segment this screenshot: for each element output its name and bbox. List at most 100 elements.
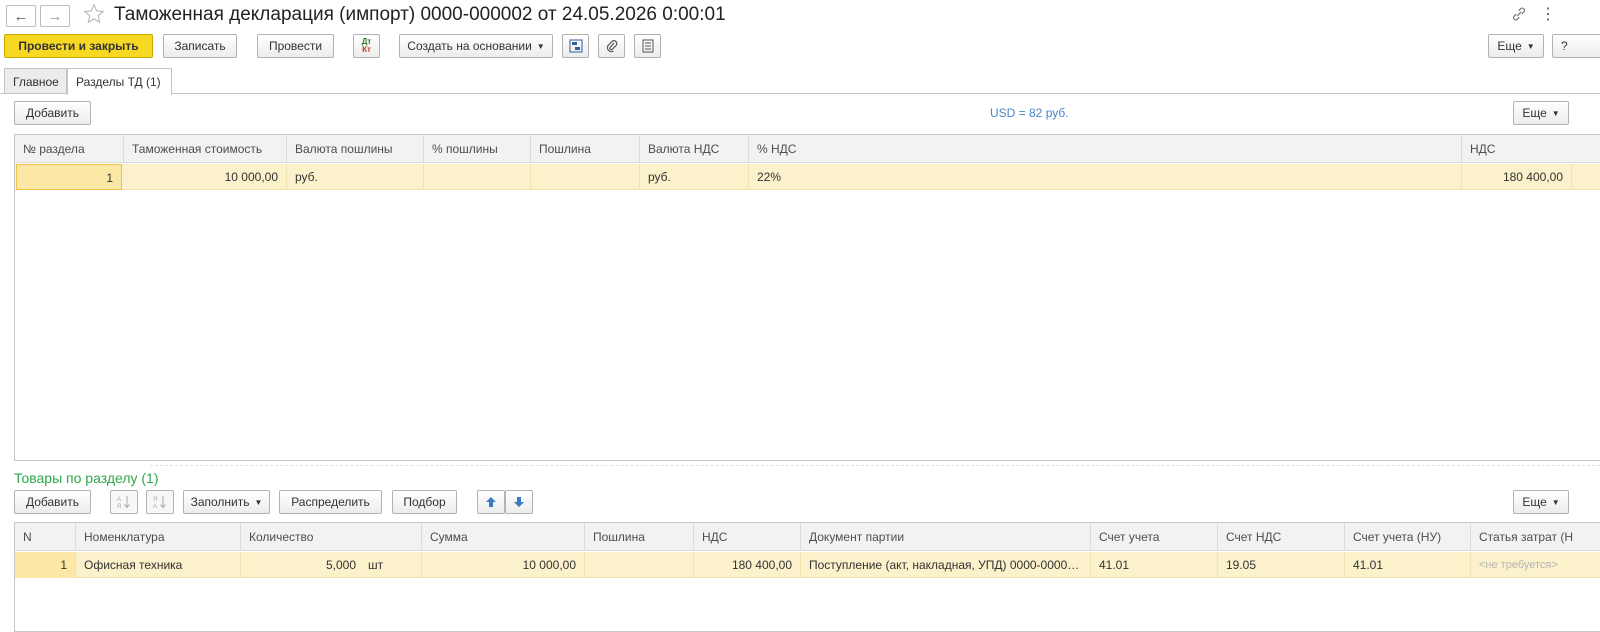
vat-account-cell[interactable]: 19.05 [1218,552,1345,578]
column-header[interactable]: % НДС [749,135,1462,163]
column-header[interactable]: НДС [694,523,801,551]
column-header[interactable]: Сумма [422,523,585,551]
kt-label: Кт [362,45,371,54]
unit-cell[interactable]: шт [364,552,422,578]
account-cell[interactable]: 41.01 [1091,552,1218,578]
column-header[interactable]: Валюта пошлины [287,135,424,163]
arrow-up-icon [486,497,496,507]
fill-button[interactable]: Заполнить ▼ [183,490,270,514]
pick-button[interactable]: Подбор [392,490,457,514]
column-header[interactable]: Счет учета [1091,523,1218,551]
goods-table[interactable]: N Номенклатура Количество Сумма Пошлина … [14,522,1600,632]
arrow-down-icon [514,497,524,507]
distribute-button[interactable]: Распределить [279,490,382,514]
svg-text:A: A [117,497,121,503]
column-header[interactable]: Пошлина [531,135,640,163]
batch-document-cell[interactable]: Поступление (акт, накладная, УПД) 0000-0… [801,552,1091,578]
quantity-cell[interactable]: 5,000 [241,552,364,578]
item-cell[interactable]: Офисная техника [76,552,241,578]
column-header[interactable]: НДС [1462,135,1600,163]
duty-cell[interactable] [585,552,694,578]
save-button[interactable]: Записать [163,34,237,58]
column-header[interactable]: N [15,523,76,551]
vat-currency-cell[interactable]: руб. [640,164,749,190]
column-header[interactable]: Пошлина [585,523,694,551]
distribute-label: Распределить [291,495,370,509]
tab-td-sections-label: Разделы ТД (1) [76,75,161,89]
column-header[interactable]: Количество [241,523,422,551]
post-button[interactable]: Провести [257,34,334,58]
fill-label: Заполнить [190,495,250,509]
dt-kt-button[interactable]: Дт Кт [353,34,380,58]
add-goods-label: Добавить [25,495,80,509]
move-up-button[interactable] [477,490,505,514]
section-divider [150,465,1600,466]
sections-table[interactable]: № раздела Таможенная стоимость Валюта по… [14,134,1600,461]
cost-item-cell[interactable]: <не требуется> [1471,552,1600,578]
forward-button[interactable]: → [40,5,70,27]
table-row[interactable]: 1 10 000,00 руб. руб. 22% 180 400,00 [15,164,1600,190]
save-label: Записать [174,39,226,53]
sections-more-label: Еще [1522,106,1547,120]
vat-cell[interactable]: 180 400,00 [694,552,801,578]
column-header[interactable]: Таможенная стоимость [124,135,287,163]
caret-down-icon: ▼ [536,41,545,51]
column-header[interactable]: Статья затрат (Н [1471,523,1600,551]
back-button[interactable]: ← [6,5,36,27]
column-header[interactable]: % пошлины [424,135,531,163]
add-section-button[interactable]: Добавить [14,101,91,125]
favorite-star-icon[interactable] [83,3,105,25]
sum-cell[interactable]: 10 000,00 [422,552,585,578]
create-based-on-button[interactable]: Создать на основании ▼ [399,34,553,58]
sections-more-button[interactable]: Еще ▼ [1513,101,1569,125]
svg-text:Я: Я [153,497,157,503]
duty-percent-cell[interactable] [424,164,531,190]
post-and-close-label: Провести и закрыть [18,39,139,53]
document-list-icon [642,39,653,53]
link-icon[interactable] [1510,5,1528,23]
paperclip-icon [606,40,617,53]
structure-button[interactable] [562,34,589,58]
post-label: Провести [268,39,323,53]
vat-percent-cell[interactable]: 22% [749,164,1462,190]
move-down-button[interactable] [505,490,533,514]
sort-ascending-icon: AЯ [117,496,130,510]
column-header[interactable]: № раздела [15,135,124,163]
help-label: ? [1561,39,1568,53]
arrow-left-icon: ← [13,7,29,25]
add-goods-button[interactable]: Добавить [14,490,91,514]
tab-main[interactable]: Главное [4,68,67,94]
attachments-button[interactable] [598,34,625,58]
line-number-cell[interactable]: 1 [15,552,76,578]
column-header[interactable]: Валюта НДС [640,135,749,163]
tab-td-sections[interactable]: Разделы ТД (1) [67,68,172,95]
goods-more-label: Еще [1522,495,1547,509]
add-section-label: Добавить [25,106,80,120]
duty-currency-cell[interactable]: руб. [287,164,424,190]
tax-account-cell[interactable]: 41.01 [1345,552,1471,578]
caret-down-icon: ▼ [1551,497,1560,507]
goods-table-header: N Номенклатура Количество Сумма Пошлина … [15,523,1600,551]
column-header[interactable]: Документ партии [801,523,1091,551]
structure-icon [569,39,582,53]
sort-asc-button[interactable]: AЯ [110,490,138,514]
column-header[interactable]: Номенклатура [76,523,241,551]
more-button[interactable]: Еще ▼ [1488,34,1544,58]
create-based-on-label: Создать на основании [407,39,532,53]
sort-desc-button[interactable]: ЯA [146,490,174,514]
more-menu-icon[interactable]: ⋮ [1540,4,1556,24]
customs-value-cell[interactable]: 10 000,00 [124,164,287,190]
dt-kt-icon: Дт Кт [362,38,372,54]
post-and-close-button[interactable]: Провести и закрыть [4,34,153,58]
table-row[interactable]: 1 Офисная техника 5,000 шт 10 000,00 180… [15,552,1600,578]
goods-more-button[interactable]: Еще ▼ [1513,490,1569,514]
help-button[interactable]: ? [1552,34,1600,58]
section-number-cell[interactable]: 1 [16,164,122,190]
caret-down-icon: ▼ [1526,41,1535,51]
duty-cell[interactable] [531,164,640,190]
report-button[interactable] [634,34,661,58]
vat-cell[interactable]: 180 400,00 [1462,164,1572,190]
column-header[interactable]: Счет НДС [1218,523,1345,551]
tab-main-label: Главное [13,74,59,89]
column-header[interactable]: Счет учета (НУ) [1345,523,1471,551]
